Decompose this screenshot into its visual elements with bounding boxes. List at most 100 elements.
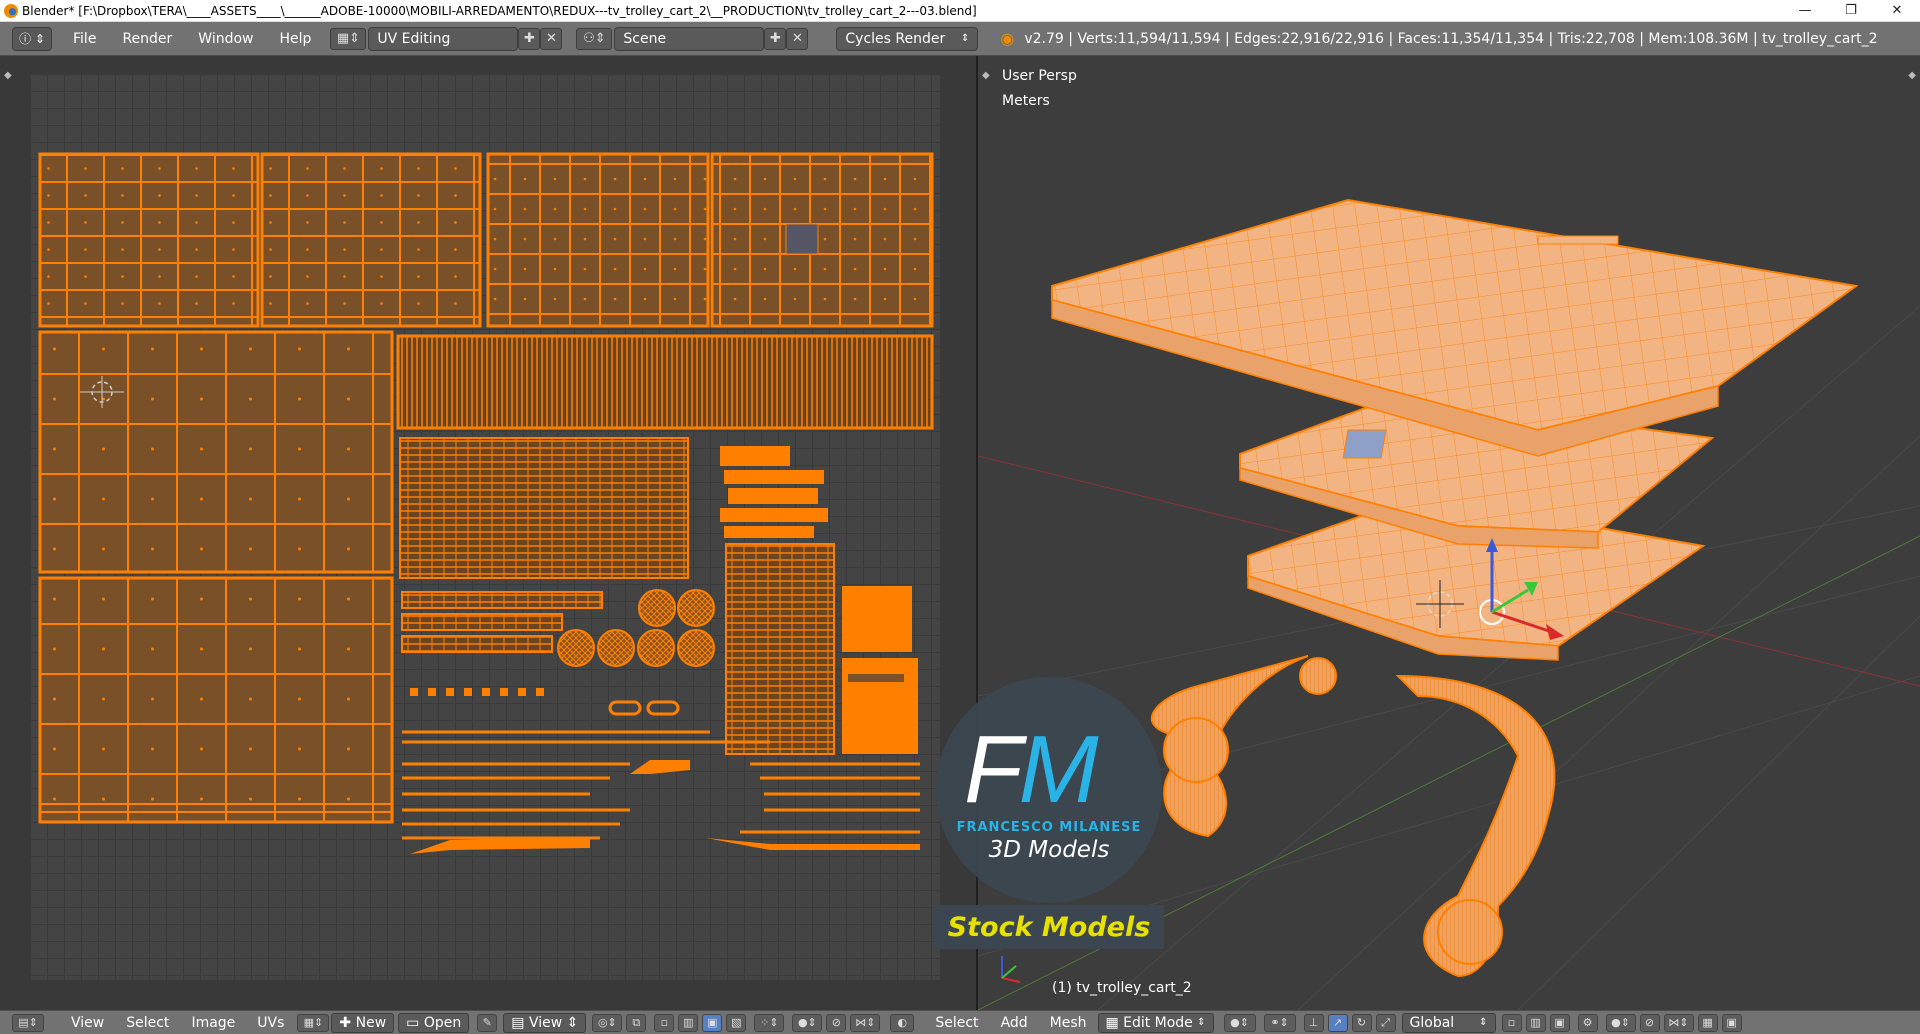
scale-manipulator-icon[interactable]: ⤢ bbox=[1375, 1013, 1396, 1032]
shading-icon[interactable]: ●⇕ bbox=[1223, 1013, 1256, 1032]
window-titlebar: Blender* [F:\Dropbox\TERA\____ASSETS____… bbox=[0, 0, 1920, 22]
watermark-author: FRANCESCO MILANESE bbox=[956, 820, 1142, 835]
translate-manipulator-icon[interactable]: ↗ bbox=[1327, 1013, 1348, 1032]
scene-icon[interactable]: ⚇⇕ bbox=[576, 27, 613, 50]
pin-icon[interactable]: ✎ bbox=[477, 1013, 498, 1032]
open-image-label: Open bbox=[423, 1014, 462, 1031]
uv-island-top-1 bbox=[38, 152, 260, 328]
trolley-wheel-right bbox=[1437, 899, 1503, 965]
vertex-mode-icon[interactable]: ▫ bbox=[1501, 1013, 1522, 1032]
layers-icon[interactable]: ▦ bbox=[1697, 1013, 1718, 1032]
snap-icon[interactable]: ⊘ bbox=[826, 1013, 847, 1032]
snap-toggle-icon[interactable]: ⊘ bbox=[1639, 1013, 1660, 1032]
menu-help[interactable]: Help bbox=[266, 27, 324, 51]
uv-wheel-island bbox=[638, 589, 676, 627]
sync-selection-icon[interactable]: ⧉ bbox=[626, 1013, 647, 1032]
trolley-wheel-left bbox=[1163, 717, 1229, 783]
maximize-button[interactable]: ❐ bbox=[1828, 0, 1874, 22]
image-browse-icon[interactable]: ▦⇕ bbox=[297, 1013, 330, 1032]
scene-field[interactable]: Scene bbox=[614, 26, 765, 51]
uv-island-column bbox=[725, 543, 835, 755]
edge-mode-icon[interactable]: ▥ bbox=[1525, 1013, 1546, 1032]
screen-layout-icon[interactable]: ▦⇕ bbox=[330, 27, 367, 50]
remove-screen-button[interactable]: ✕ bbox=[540, 27, 563, 50]
pivot-icon[interactable]: ◎⇕ bbox=[592, 1013, 623, 1032]
uv-grid-canvas[interactable] bbox=[30, 74, 940, 980]
shelf-top bbox=[1051, 198, 1859, 432]
rotate-manipulator-icon[interactable]: ↻ bbox=[1351, 1013, 1372, 1032]
orientation-select[interactable]: Global ⇕ bbox=[1401, 1012, 1496, 1033]
watermark-banner: Stock Models bbox=[934, 905, 1164, 949]
view3d-menu-add[interactable]: Add bbox=[990, 1015, 1039, 1031]
render-preview-icon[interactable]: ▣ bbox=[1721, 1013, 1742, 1032]
watermark-subtitle: 3D Models bbox=[988, 837, 1110, 863]
view3d-menu-mesh[interactable]: Mesh bbox=[1039, 1015, 1098, 1031]
uv-menu-view[interactable]: View bbox=[60, 1015, 115, 1031]
uv-island-top-3 bbox=[486, 152, 710, 328]
proportional-editing-icon[interactable]: ●⇕ bbox=[1605, 1013, 1636, 1032]
scene-name: Scene bbox=[623, 30, 667, 47]
editor-type-selector[interactable]: ⓘ ⇕ bbox=[12, 26, 52, 51]
menu-window[interactable]: Window bbox=[185, 27, 266, 51]
snap-element-icon[interactable]: ⋈⇕ bbox=[850, 1013, 881, 1032]
uv-island-top-4 bbox=[710, 152, 934, 328]
menu-file[interactable]: File bbox=[60, 27, 109, 51]
vertex-select-icon[interactable]: ▫ bbox=[654, 1013, 675, 1032]
new-image-button[interactable]: ✚ New bbox=[331, 1012, 395, 1033]
uv-selected-face bbox=[785, 223, 819, 255]
watermark-fm-letters: FM bbox=[964, 716, 1099, 823]
edge-select-icon[interactable]: ▥ bbox=[678, 1013, 699, 1032]
screen-layout-name: UV Editing bbox=[377, 30, 451, 47]
uv-layout bbox=[38, 152, 934, 854]
snap-target-icon[interactable]: ⋈⇕ bbox=[1663, 1013, 1694, 1032]
mode-arrows-icon: ⇕ bbox=[1197, 1017, 1206, 1028]
mode-label: Edit Mode bbox=[1123, 1014, 1193, 1031]
proportional-edit-icon[interactable]: ●⇕ bbox=[792, 1013, 823, 1032]
uv-image-editor[interactable]: ◆ bbox=[0, 56, 976, 1010]
info-header: ⓘ ⇕ File Render Window Help ▦⇕ UV Editin… bbox=[0, 22, 1920, 56]
watermark-logo: FM FRANCESCO MILANESE 3D Models Stock Mo… bbox=[934, 677, 1164, 949]
screen-layout-field[interactable]: UV Editing bbox=[368, 26, 519, 51]
window-title: Blender* [F:\Dropbox\TERA\____ASSETS____… bbox=[22, 3, 977, 18]
minimize-button[interactable]: — bbox=[1782, 0, 1828, 22]
orientation-label: Global bbox=[1409, 1014, 1455, 1031]
occlude-geometry-icon[interactable]: ⚙ bbox=[1577, 1013, 1598, 1032]
uv-menu-uvs[interactable]: UVs bbox=[246, 1015, 295, 1031]
active-object-label: (1) tv_trolley_cart_2 bbox=[1052, 980, 1192, 996]
view-axis-icon bbox=[1001, 956, 1021, 983]
uv-island-large-2 bbox=[38, 576, 394, 824]
add-scene-button[interactable]: ✚ bbox=[764, 27, 787, 50]
blender-logo-icon bbox=[4, 3, 18, 18]
sticky-select-icon[interactable]: ⁘⇕ bbox=[754, 1013, 785, 1032]
uv-editor-type-icon[interactable]: ▤⇕ bbox=[12, 1013, 44, 1032]
render-engine-select[interactable]: Cycles Render ⇕ bbox=[836, 26, 979, 51]
uv-island-stripes bbox=[396, 334, 934, 430]
pivot-point-icon[interactable]: ⚭⇕ bbox=[1263, 1013, 1296, 1032]
uv-view-mode-label: View bbox=[528, 1014, 563, 1031]
plus-icon: ✚ bbox=[339, 1014, 356, 1031]
uv-view-mode-select[interactable]: ▤ View ⇕ bbox=[503, 1012, 587, 1033]
add-screen-button[interactable]: ✚ bbox=[518, 27, 541, 50]
edit-mode-icon: ▦ bbox=[1105, 1014, 1119, 1031]
island-select-icon[interactable]: ▧ bbox=[726, 1013, 747, 1032]
new-image-label: New bbox=[355, 1014, 387, 1031]
orientation-arrows-icon: ⇕ bbox=[1479, 1017, 1488, 1028]
dropdown-arrows-icon: ⇕ bbox=[961, 33, 970, 44]
uv-menu-image[interactable]: Image bbox=[180, 1015, 246, 1031]
face-select-icon[interactable]: ▣ bbox=[702, 1013, 723, 1032]
open-image-button[interactable]: ▭ Open bbox=[398, 1012, 470, 1033]
mode-select[interactable]: ▦ Edit Mode ⇕ bbox=[1097, 1012, 1214, 1033]
uv-island-strips-grid bbox=[399, 437, 689, 579]
face-mode-icon[interactable]: ▣ bbox=[1549, 1013, 1570, 1032]
watermark-fm-text: FM bbox=[964, 715, 1099, 825]
close-button[interactable]: ✕ bbox=[1874, 0, 1920, 22]
folder-icon: ▭ bbox=[406, 1014, 424, 1031]
view3d-menu-select[interactable]: Select bbox=[924, 1015, 989, 1031]
remove-scene-button[interactable]: ✕ bbox=[786, 27, 809, 50]
manipulator-toggle-icon[interactable]: ⊥ bbox=[1303, 1013, 1324, 1032]
uv-island-top-2 bbox=[260, 152, 482, 328]
menu-render[interactable]: Render bbox=[109, 27, 185, 51]
uv-menu-select[interactable]: Select bbox=[115, 1015, 180, 1031]
toolshelf-toggle-icon[interactable]: ◆ bbox=[4, 70, 12, 81]
viewport-editor-type-icon[interactable]: ◐ bbox=[890, 1013, 915, 1032]
